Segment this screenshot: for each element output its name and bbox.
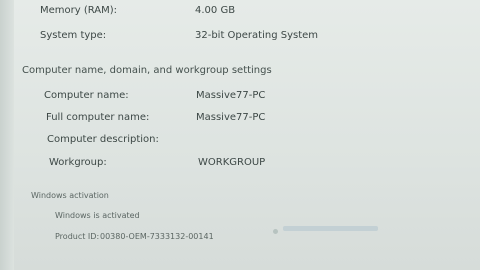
- full-computer-name-value: Massive77-PC: [196, 112, 266, 123]
- windows-activation-heading: Windows activation: [31, 191, 109, 200]
- workgroup-value: WORKGROUP: [198, 157, 266, 168]
- product-id-label: Product ID:: [55, 232, 100, 241]
- genuine-badge-icon: [273, 229, 278, 234]
- window-left-edge: [0, 0, 14, 270]
- full-computer-name-label: Full computer name:: [46, 112, 150, 123]
- activation-link[interactable]: [283, 226, 378, 231]
- computer-settings-heading: Computer name, domain, and workgroup set…: [22, 65, 272, 76]
- activation-status: Windows is activated: [55, 211, 140, 220]
- computer-name-value: Massive77-PC: [196, 90, 266, 101]
- memory-label: Memory (RAM):: [40, 5, 118, 16]
- system-properties-panel: Memory (RAM): 4.00 GB System type: 32-bi…: [0, 0, 480, 270]
- computer-name-label: Computer name:: [44, 90, 129, 101]
- product-id-value: 00380-OEM-7333132-00141: [100, 232, 214, 241]
- system-type-label: System type:: [40, 30, 107, 41]
- computer-description-label: Computer description:: [47, 134, 159, 145]
- system-type-value: 32-bit Operating System: [195, 30, 319, 41]
- workgroup-label: Workgroup:: [49, 157, 107, 168]
- memory-value: 4.00 GB: [195, 5, 236, 16]
